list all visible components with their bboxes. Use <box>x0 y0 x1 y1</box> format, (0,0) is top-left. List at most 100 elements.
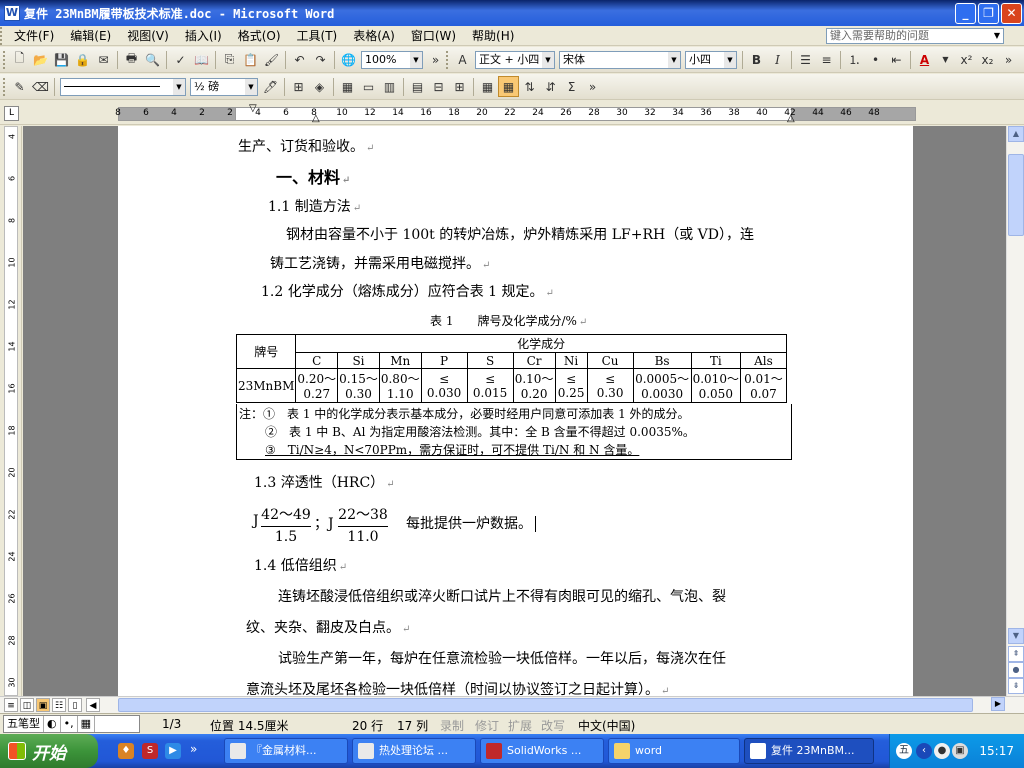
quicklaunch-media-icon[interactable]: ▶ <box>165 743 181 759</box>
print-icon[interactable]: 🖶 <box>121 49 142 70</box>
scroll-down-icon[interactable]: ▼ <box>1008 628 1024 644</box>
line-weight-select[interactable]: ½ 磅 ▼ <box>190 77 258 96</box>
vertical-ruler[interactable]: 4 6 8 10 12 14 16 18 20 22 24 26 28 30 <box>0 126 22 696</box>
select-browse-object-icon[interactable]: ● <box>1008 662 1024 678</box>
scroll-left-icon[interactable]: ◀ <box>86 698 100 712</box>
font-select[interactable]: 宋体 ▼ <box>559 50 681 69</box>
qq-icon[interactable]: ● <box>934 743 950 759</box>
minimize-button[interactable]: _ <box>955 2 976 24</box>
eraser-icon[interactable]: ⌫ <box>30 76 51 97</box>
document-page[interactable]: 生产、订货和验收。 ↵ 一、材料 ↵ 1.1 制造方法 ↵ 钢材由容量不小于 100t… <box>118 126 913 696</box>
redo-icon[interactable]: ↷ <box>310 49 331 70</box>
print-layout-icon[interactable]: ▣ <box>36 698 50 712</box>
restore-button[interactable]: ❐ <box>978 2 999 24</box>
task-button-active[interactable]: 复件 23MnBM... <box>744 738 874 764</box>
chevron-down-icon[interactable]: ▼ <box>724 51 736 68</box>
outline-view-icon[interactable]: ☷ <box>52 698 66 712</box>
draw-table-icon[interactable]: ✎ <box>9 76 30 97</box>
left-indent-marker[interactable]: △ <box>312 113 320 124</box>
quicklaunch-overflow-icon[interactable]: » <box>190 742 197 756</box>
bullets-icon[interactable]: • <box>865 49 886 70</box>
menu-tools[interactable]: 工具(T) <box>289 26 346 46</box>
ime-toolbar[interactable]: 五笔型 ◐ •, ▦ <box>3 715 140 733</box>
ime-tray-icon[interactable]: 五 <box>896 743 912 759</box>
task-button[interactable]: 热处理论坛 ... <box>352 738 476 764</box>
align-cell-icon[interactable]: ▤ <box>407 76 428 97</box>
borders-icon[interactable]: ⊞ <box>288 76 309 97</box>
first-line-indent-marker[interactable]: ▽ <box>249 103 257 114</box>
toolbar-grip[interactable] <box>3 50 6 69</box>
web-view-icon[interactable]: ◫ <box>20 698 34 712</box>
permission-icon[interactable]: 🔒 <box>72 49 93 70</box>
sort-descending-icon[interactable]: ⇵ <box>540 76 561 97</box>
font-color-button[interactable]: A <box>914 49 935 70</box>
task-button[interactable]: word <box>608 738 740 764</box>
scrollbar-thumb[interactable] <box>118 698 973 712</box>
ime-shape-icon[interactable]: ◐ <box>44 716 61 732</box>
soft-keyboard-icon[interactable]: ▦ <box>78 716 96 732</box>
format-painter-icon[interactable]: 🖌 <box>261 49 282 70</box>
overtype-indicator[interactable]: 改写 <box>541 717 565 734</box>
tab-selector[interactable]: L <box>4 106 19 121</box>
expand-tray-icon[interactable]: ‹ <box>916 743 932 759</box>
menu-help[interactable]: 帮助(H) <box>464 26 522 46</box>
insert-table-icon[interactable]: ▦ <box>337 76 358 97</box>
chevron-down-icon[interactable]: ▼ <box>410 51 422 68</box>
table-autoformat-icon[interactable]: ▦ <box>477 76 498 97</box>
chevron-down-icon[interactable]: ▼ <box>542 51 554 68</box>
next-page-icon[interactable]: ⇟ <box>1008 678 1024 694</box>
ime-mode[interactable]: 五笔型 <box>4 716 44 732</box>
show-gridlines-icon[interactable]: ▦ <box>498 76 519 97</box>
font-size-select[interactable]: 小四 ▼ <box>685 50 737 69</box>
new-document-icon[interactable]: 🗋 <box>9 49 30 70</box>
chevron-down-icon[interactable]: ▼ <box>935 49 956 70</box>
toolbar-grip[interactable] <box>446 50 449 69</box>
menu-insert[interactable]: 插入(I) <box>177 26 230 46</box>
chevron-down-icon[interactable]: ▼ <box>173 78 185 95</box>
superscript-icon[interactable]: x² <box>956 49 977 70</box>
normal-view-icon[interactable]: ≡ <box>4 698 18 712</box>
numbering-icon[interactable]: ⒈ <box>844 49 865 70</box>
toolbar-options-icon[interactable]: » <box>582 76 603 97</box>
horizontal-ruler[interactable]: L 8 6 4 2 2 4 6 8 10 12 14 16 18 20 22 24 26 28 30 32 34 36 38… <box>0 101 1024 125</box>
print-preview-icon[interactable]: 🔍 <box>142 49 163 70</box>
shading-color-icon[interactable]: ◈ <box>309 76 330 97</box>
chevron-down-icon[interactable]: ▼ <box>668 51 680 68</box>
toolbar-options-icon[interactable]: » <box>998 49 1019 70</box>
research-icon[interactable]: 📖 <box>191 49 212 70</box>
vertical-scrollbar[interactable]: ▲ ▼ ⇞ ● ⇟ <box>1006 126 1024 696</box>
distribute-rows-icon[interactable]: ⊟ <box>428 76 449 97</box>
merge-cells-icon[interactable]: ▭ <box>358 76 379 97</box>
spelling-icon[interactable]: ✓ <box>170 49 191 70</box>
decrease-indent-icon[interactable]: ⇤ <box>886 49 907 70</box>
right-indent-marker[interactable]: △ <box>787 113 795 124</box>
toolbar-grip[interactable] <box>3 77 6 96</box>
ime-punctuation-icon[interactable]: •, <box>61 716 78 732</box>
task-button[interactable]: SolidWorks ... <box>480 738 604 764</box>
quicklaunch-solidworks-icon[interactable]: S <box>142 743 158 759</box>
menu-file[interactable]: 文件(F) <box>6 26 62 46</box>
menu-format[interactable]: 格式(O) <box>230 26 289 46</box>
menu-edit[interactable]: 编辑(E) <box>62 26 119 46</box>
justify-icon[interactable]: ≡ <box>816 49 837 70</box>
help-search-box[interactable]: 键入需要帮助的问题 ▼ <box>826 28 1004 44</box>
horizontal-scrollbar[interactable] <box>102 698 990 712</box>
copy-icon[interactable]: ⎘ <box>219 49 240 70</box>
network-icon[interactable]: ▣ <box>952 743 968 759</box>
previous-page-icon[interactable]: ⇞ <box>1008 646 1024 662</box>
reading-view-icon[interactable]: ▯ <box>68 698 82 712</box>
track-changes-indicator[interactable]: 修订 <box>475 717 499 734</box>
extend-indicator[interactable]: 扩展 <box>508 717 532 734</box>
line-style-select[interactable]: ▼ <box>60 77 186 96</box>
subscript-icon[interactable]: x₂ <box>977 49 998 70</box>
zoom-select[interactable]: 100% ▼ <box>361 50 423 69</box>
border-color-icon[interactable]: 🖊 <box>260 76 281 97</box>
start-button[interactable]: 开始 <box>0 734 98 768</box>
record-macro-indicator[interactable]: 录制 <box>440 717 464 734</box>
autosum-button[interactable]: Σ <box>561 76 582 97</box>
chevron-down-icon[interactable]: ▼ <box>245 78 257 95</box>
menu-table[interactable]: 表格(A) <box>345 26 403 46</box>
undo-icon[interactable]: ↶ <box>289 49 310 70</box>
open-folder-icon[interactable]: 📂 <box>30 49 51 70</box>
close-button[interactable]: ✕ <box>1001 2 1022 24</box>
